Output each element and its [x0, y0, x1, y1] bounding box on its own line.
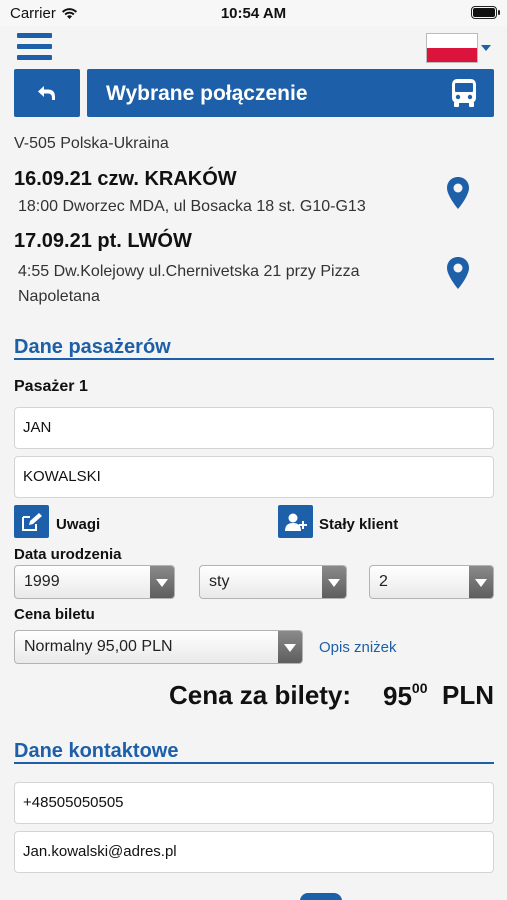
- back-arrow-icon: [38, 86, 55, 100]
- add-user-icon: [284, 513, 307, 531]
- back-button[interactable]: [14, 69, 80, 117]
- arrival-heading: 17.09.21 pt. LWÓW: [14, 230, 192, 252]
- notes-label[interactable]: Uwagi: [56, 516, 100, 533]
- total-amount-whole: 95: [383, 681, 412, 711]
- first-name-input[interactable]: JAN: [14, 407, 494, 449]
- header-bar: Wybrane połączenie: [87, 69, 494, 117]
- last-name-input[interactable]: KOWALSKI: [14, 456, 494, 498]
- arrival-map-pin-icon[interactable]: [446, 256, 470, 290]
- bottom-button-partial[interactable]: [300, 893, 342, 900]
- language-flag-icon[interactable]: [426, 33, 478, 63]
- chevron-down-icon: [150, 566, 174, 598]
- status-bar: Carrier 10:54 AM: [0, 0, 507, 26]
- contact-section-title: Dane kontaktowe: [14, 740, 179, 762]
- ticket-type-select[interactable]: Normalny 95,00 PLN: [14, 630, 303, 664]
- status-time: 10:54 AM: [220, 5, 287, 22]
- language-caret-icon[interactable]: [481, 45, 491, 51]
- route-name: V-505 Polska-Ukraina: [14, 135, 169, 152]
- total-currency: PLN: [442, 680, 494, 710]
- arrival-address: 4:55 Dw.Kolejowy ul.Chernivetska 21 przy…: [18, 263, 360, 305]
- birth-day-select[interactable]: 2: [369, 565, 494, 599]
- regular-client-button[interactable]: [278, 505, 313, 538]
- passengers-section-divider: [14, 358, 494, 360]
- discounts-link[interactable]: Opis zniżek: [319, 639, 397, 656]
- chevron-down-icon: [469, 566, 493, 598]
- notes-button[interactable]: [14, 505, 49, 538]
- edit-icon: [21, 512, 42, 531]
- chevron-down-icon: [278, 631, 302, 663]
- page-title: Wybrane połączenie: [106, 82, 308, 105]
- total-label: Cena za bilety:: [169, 680, 352, 710]
- birth-month-select[interactable]: sty: [199, 565, 347, 599]
- regular-client-label[interactable]: Stały klient: [319, 516, 398, 533]
- birth-month-value: sty: [209, 573, 230, 590]
- passenger-label: Pasażer 1: [14, 378, 88, 395]
- birth-year-value: 1999: [24, 573, 60, 590]
- total-amount: 9500: [383, 680, 428, 712]
- ticket-type-value: Normalny 95,00 PLN: [24, 638, 173, 655]
- ticket-price-label: Cena biletu: [14, 606, 95, 623]
- departure-heading: 16.09.21 czw. KRAKÓW: [14, 168, 237, 190]
- passengers-section-title: Dane pasażerów: [14, 336, 171, 358]
- departure-address: 18:00 Dworzec MDA, ul Bosacka 18 st. G10…: [18, 198, 366, 215]
- contact-section-divider: [14, 762, 494, 764]
- chevron-down-icon: [322, 566, 346, 598]
- birth-day-value: 2: [379, 573, 388, 590]
- birth-date-label: Data urodzenia: [14, 546, 122, 563]
- departure-map-pin-icon[interactable]: [446, 176, 470, 210]
- phone-input[interactable]: +48505050505: [14, 782, 494, 824]
- total-amount-cents: 00: [411, 680, 428, 696]
- birth-year-select[interactable]: 1999: [14, 565, 175, 599]
- bus-icon: [452, 79, 476, 107]
- hamburger-icon[interactable]: [17, 33, 52, 60]
- email-input[interactable]: Jan.kowalski@adres.pl: [14, 831, 494, 873]
- battery-icon: [471, 6, 500, 19]
